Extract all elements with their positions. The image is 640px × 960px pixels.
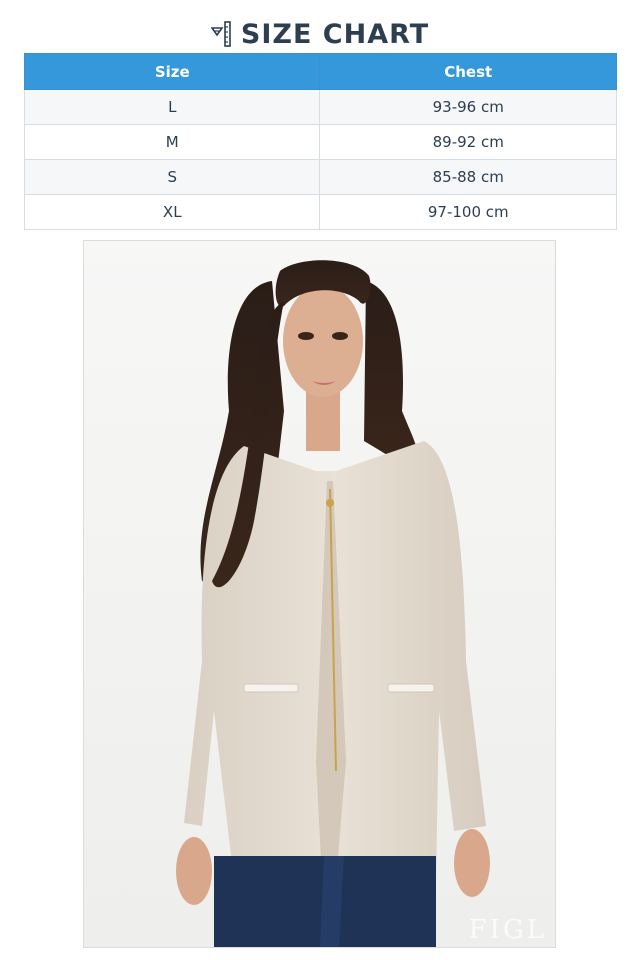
table-row: L 93-96 cm <box>23 89 617 125</box>
chest-cell: 93-96 cm <box>319 89 617 125</box>
size-cell: M <box>23 124 321 160</box>
chest-cell: 97-100 cm <box>319 194 617 230</box>
chest-cell: 89-92 cm <box>319 124 617 160</box>
product-photo: FIGL <box>83 240 556 948</box>
table-row: XL 97-100 cm <box>23 194 617 230</box>
size-cell: XL <box>23 194 321 230</box>
brand-watermark: FIGL <box>468 915 547 945</box>
table-row: S 85-88 cm <box>23 159 617 195</box>
size-cell: S <box>23 159 321 195</box>
chest-cell: 85-88 cm <box>319 159 617 195</box>
size-chart-table: Size Chest L 93-96 cm M 89-92 cm S 85-88… <box>23 53 617 230</box>
table-header-row: Size Chest <box>23 53 617 90</box>
size-cell: L <box>23 89 321 125</box>
ruler-icon <box>210 21 233 47</box>
model-illustration <box>84 241 555 947</box>
size-chart-heading: SIZE CHART <box>0 14 640 54</box>
column-header-chest: Chest <box>319 53 617 90</box>
page-title: SIZE CHART <box>240 18 430 50</box>
table-row: M 89-92 cm <box>23 124 617 160</box>
column-header-size: Size <box>23 53 321 90</box>
